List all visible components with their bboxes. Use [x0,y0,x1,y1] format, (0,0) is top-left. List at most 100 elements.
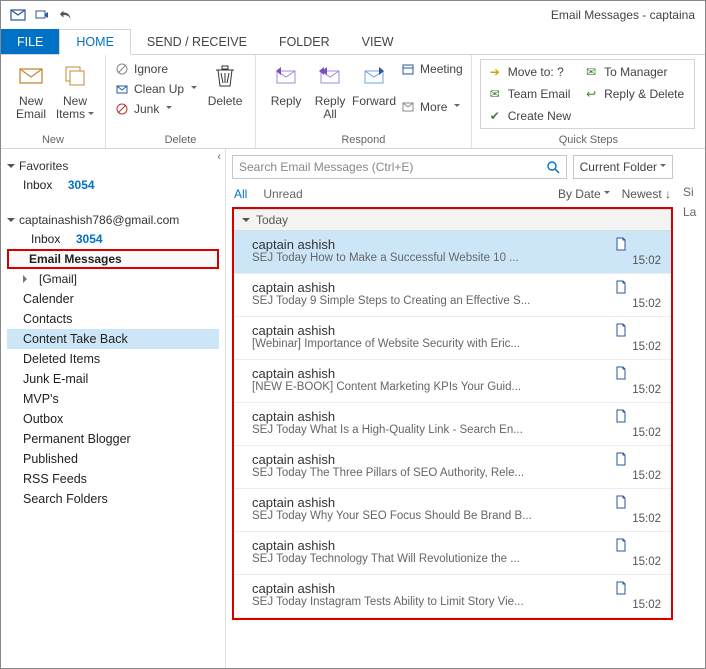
message-from: captain ashish [252,581,615,596]
nav-folder-item[interactable]: Published [7,449,219,469]
quick-step-tomanager[interactable]: ✉To Manager [579,62,692,82]
message-row[interactable]: captain ashishSEJ Today The Three Pillar… [234,446,671,489]
message-row[interactable]: captain ashishSEJ Today What Is a High-Q… [234,403,671,446]
search-input[interactable]: Search Email Messages (Ctrl+E) [232,155,567,179]
attachment-icon [615,409,661,423]
message-list: Today captain ashishSEJ Today How to Mak… [232,207,673,620]
quick-step-createnew[interactable]: ✔Create New [483,106,579,126]
attachment-icon [615,538,661,552]
forward-button[interactable]: Forward [352,59,396,108]
nav-inbox[interactable]: Inbox 3054 [7,229,219,249]
sort-newest[interactable]: Newest ↓ [622,187,671,201]
attachment-icon [615,495,661,509]
ribbon-group-delete: Ignore Clean Up Junk Delete Delete [106,55,256,148]
message-row[interactable]: captain ashishSEJ Today Instagram Tests … [234,575,671,618]
message-time: 15:02 [632,341,661,353]
tab-folder[interactable]: FOLDER [263,29,346,54]
message-subject: SEJ Today How to Make a Successful Websi… [252,252,615,264]
tab-home[interactable]: HOME [59,29,131,55]
junk-button[interactable]: Junk [114,101,197,117]
send-receive-icon[interactable] [31,4,53,26]
message-subject: SEJ Today What Is a High-Quality Link - … [252,424,615,436]
quick-step-replydelete[interactable]: ↩Reply & Delete [579,84,692,104]
tab-file[interactable]: FILE [1,29,59,54]
new-items-button[interactable]: New Items [53,59,97,121]
message-list-column: Search Email Messages (Ctrl+E) Current F… [225,149,705,668]
undo-icon[interactable] [55,4,77,26]
attachment-icon [615,366,661,380]
folder-pane: ‹ Favorites Inbox 3054 captainashish786@… [1,149,225,668]
main-area: ‹ Favorites Inbox 3054 captainashish786@… [1,149,705,668]
reply-all-button[interactable]: Reply All [308,59,352,121]
nav-folder-item[interactable]: Permanent Blogger [7,429,219,449]
attachment-icon [615,452,661,466]
nav-folder-item[interactable]: Search Folders [7,489,219,509]
search-scope-dropdown[interactable]: Current Folder [573,155,673,179]
message-from: captain ashish [252,452,615,467]
reply-button[interactable]: Reply [264,59,308,108]
nav-folder-item[interactable]: Deleted Items [7,349,219,369]
outlook-icon [7,4,29,26]
message-row[interactable]: captain ashish[Webinar] Importance of We… [234,317,671,360]
ignore-button[interactable]: Ignore [114,61,197,77]
group-today-header[interactable]: Today [234,209,671,231]
filter-unread[interactable]: Unread [263,187,302,201]
attachment-icon [615,237,661,251]
message-row[interactable]: captain ashishSEJ Today How to Make a Su… [234,231,671,274]
message-row[interactable]: captain ashishSEJ Today Technology That … [234,532,671,575]
message-time: 15:02 [632,427,661,439]
quick-step-moveto[interactable]: ➔Move to: ? [483,62,579,82]
message-from: captain ashish [252,280,615,295]
quick-step-teamemail[interactable]: ✉Team Email [483,84,579,104]
nav-email-messages[interactable]: Email Messages [7,249,219,269]
favorites-header[interactable]: Favorites [7,157,219,175]
message-time: 15:02 [632,470,661,482]
message-time: 15:02 [632,298,661,310]
search-icon[interactable] [546,160,560,174]
favorites-inbox[interactable]: Inbox 3054 [7,175,219,195]
nav-folder-item[interactable]: Junk E-mail [7,369,219,389]
message-subject: SEJ Today 9 Simple Steps to Creating an … [252,295,615,307]
message-row[interactable]: captain ashish[NEW E-BOOK] Content Marke… [234,360,671,403]
nav-folder-item[interactable]: MVP's [7,389,219,409]
ribbon-group-new: New Email New Items New [1,55,106,148]
tab-view[interactable]: VIEW [346,29,410,54]
message-subject: SEJ Today Instagram Tests Ability to Lim… [252,596,615,608]
new-email-button[interactable]: New Email [9,59,53,121]
window-title: Email Messages - captaina [79,8,699,22]
message-time: 15:02 [632,599,661,611]
message-from: captain ashish [252,538,615,553]
nav-folder-item[interactable]: Outbox [7,409,219,429]
delete-button[interactable]: Delete [203,59,247,108]
attachment-icon [615,323,661,337]
nav-folder-item[interactable]: Calender [7,289,219,309]
nav-folder-item[interactable]: Contacts [7,309,219,329]
tab-send-receive[interactable]: SEND / RECEIVE [131,29,263,54]
collapse-nav-icon[interactable]: ‹ [217,151,221,163]
message-time: 15:02 [632,255,661,267]
ribbon: New Email New Items New Ignore Clean Up … [1,55,705,149]
message-row[interactable]: captain ashishSEJ Today Why Your SEO Foc… [234,489,671,532]
ribbon-tabs: FILE HOME SEND / RECEIVE FOLDER VIEW [1,29,705,55]
ribbon-group-respond: Reply Reply All Forward Meeting More Res… [256,55,472,148]
message-from: captain ashish [252,495,615,510]
message-row[interactable]: captain ashishSEJ Today 9 Simple Steps t… [234,274,671,317]
meeting-button[interactable]: Meeting [400,61,463,77]
attachment-icon [615,581,661,595]
quick-steps-gallery[interactable]: ➔Move to: ? ✉Team Email ✔Create New ✉To … [480,59,695,129]
message-from: captain ashish [252,409,615,424]
message-from: captain ashish [252,366,615,381]
filter-bar: All Unread By Date Newest ↓ [232,185,673,207]
cleanup-button[interactable]: Clean Up [114,81,197,97]
message-time: 15:02 [632,513,661,525]
more-respond-button[interactable]: More [400,99,463,115]
account-header[interactable]: captainashish786@gmail.com [7,211,219,229]
nav-folder-item[interactable]: RSS Feeds [7,469,219,489]
filter-all[interactable]: All [234,187,247,201]
message-subject: [NEW E-BOOK] Content Marketing KPIs Your… [252,381,615,393]
message-subject: SEJ Today Why Your SEO Focus Should Be B… [252,510,615,522]
nav-gmail[interactable]: [Gmail] [7,269,219,289]
sort-by-date[interactable]: By Date [558,187,610,201]
nav-folder-item[interactable]: Content Take Back [7,329,219,349]
message-time: 15:02 [632,556,661,568]
